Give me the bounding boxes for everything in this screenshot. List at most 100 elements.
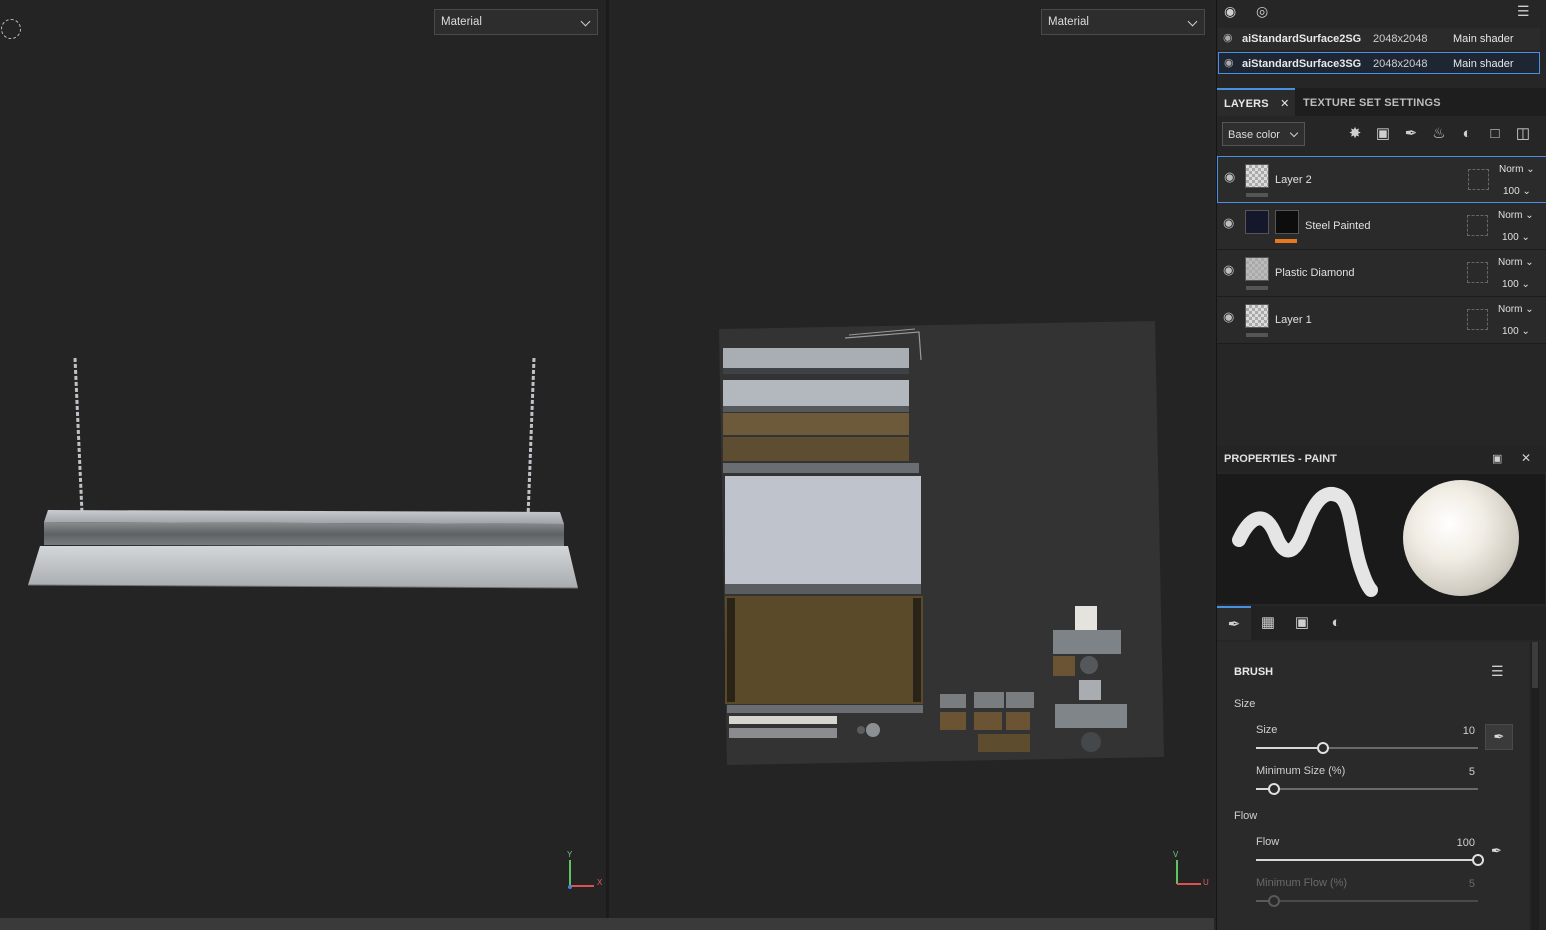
stroke-preview [1232,487,1378,597]
flow-pen-pressure-icon[interactable]: ✒ [1491,843,1502,859]
add-fill-layer-icon[interactable]: ♨ [1429,124,1449,144]
brush-preview [1217,474,1545,604]
material-sphere-preview [1403,480,1519,596]
delete-layer-icon[interactable]: ◫ [1513,124,1533,144]
layer-name[interactable]: Steel Painted [1305,220,1370,232]
opacity-select[interactable]: 100 ⌄ [1503,186,1531,197]
layer-name[interactable]: Layer 2 [1275,174,1312,186]
blend-mode-select[interactable]: Norm ⌄ [1498,257,1534,268]
layer-thumb-bar [1246,193,1268,197]
size-slider-fill [1256,747,1323,749]
tab-brush-icon[interactable]: ✒ [1217,606,1251,640]
min-flow-slider [1256,895,1478,907]
close-icon[interactable]: ✕ [1280,98,1289,110]
opacity-select[interactable]: 100 ⌄ [1502,232,1530,243]
texture-set-resolution: 2048x2048 [1373,58,1428,70]
layer-thumbnail [1245,164,1269,188]
layer-name[interactable]: Layer 1 [1275,314,1312,326]
size-slider-handle[interactable] [1316,742,1329,754]
eye-solo-icon[interactable]: ◎ [1256,3,1268,20]
layer-row[interactable]: ◉ Layer 2 Norm ⌄ 100 ⌄ [1217,156,1546,203]
properties-scrollbar[interactable] [1531,642,1539,930]
eye-icon[interactable]: ◉ [1223,31,1233,44]
tab-alpha-icon[interactable]: ▦ [1251,606,1285,640]
mask-slot[interactable] [1467,262,1488,283]
tab-stencil-icon[interactable]: ▣ [1285,606,1319,640]
flow-label: Flow [1256,836,1280,848]
list-menu-icon[interactable]: ☰ [1517,3,1530,20]
tab-material-icon[interactable]: ◐ [1319,606,1353,640]
eye-icon[interactable]: ◉ [1223,215,1234,231]
app-root: Material Y X Material V U ◉ ◎ ☰ ◉ aiStan… [0,0,1546,930]
add-effect-icon[interactable]: ✸ [1345,124,1365,144]
layer-row[interactable]: ◉ Layer 1 Norm ⌄ 100 ⌄ [1217,297,1546,344]
flow-value[interactable]: 100 [1435,837,1475,849]
eye-icon[interactable]: ◉ [1223,262,1234,278]
blend-mode-select[interactable]: Norm ⌄ [1499,164,1535,175]
mask-slot[interactable] [1467,309,1488,330]
chevron-down-icon [1289,128,1299,138]
size-slider[interactable] [1256,742,1478,754]
scrollbar-thumb[interactable] [1532,642,1538,688]
eye-icon[interactable]: ◉ [1223,309,1234,325]
brush-menu-icon[interactable]: ☰ [1491,663,1504,680]
opacity-value: 100 [1502,326,1519,337]
texture-set-shader: Main shader [1453,58,1514,70]
texture-set-shader: Main shader [1453,33,1514,45]
blend-mode-select[interactable]: Norm ⌄ [1498,304,1534,315]
pen-pressure-button[interactable]: ✒ [1485,724,1513,750]
add-smart-material-icon[interactable]: ◐ [1457,124,1477,144]
min-size-value[interactable]: 5 [1435,766,1475,778]
opacity-value: 100 [1502,232,1519,243]
add-mask-icon[interactable]: ▣ [1373,124,1393,144]
axis-u-label: U [1203,878,1209,887]
properties-title: PROPERTIES - PAINT [1224,453,1337,465]
axis-gizmo-icon [568,860,594,889]
right-panel: ◉ ◎ ☰ ◉ aiStandardSurface2SG 2048x2048 M… [1216,0,1546,930]
flow-slider-fill [1256,859,1478,861]
channel-select[interactable]: Base color [1222,122,1305,146]
size-label: Size [1256,724,1278,736]
mask-thumbnail [1275,210,1299,234]
opacity-select[interactable]: 100 ⌄ [1502,279,1530,290]
mask-slot[interactable] [1467,215,1488,236]
flow-slider-handle[interactable] [1472,854,1484,866]
layer-stack: ◉ Layer 2 Norm ⌄ 100 ⌄ ◉ Steel Painted N… [1217,156,1546,344]
size-group-label: Size [1234,698,1256,710]
eye-toggle-all-icon[interactable]: ◉ [1224,3,1236,20]
layer-thumbnail [1245,257,1269,281]
tab-texture-set-settings[interactable]: TEXTURE SET SETTINGS [1303,88,1441,116]
min-size-label: Minimum Size (%) [1256,765,1346,777]
viewport-3d[interactable]: Material Y X [0,0,607,918]
layer-row[interactable]: ◉ Steel Painted Norm ⌄ 100 ⌄ [1217,203,1546,250]
min-flow-value: 5 [1468,878,1475,890]
close-icon[interactable]: ✕ [1521,451,1531,465]
texture-set-row[interactable]: ◉ aiStandardSurface2SG 2048x2048 Main sh… [1218,28,1540,50]
properties-tabs: ✒ ▦ ▣ ◐ [1217,606,1546,640]
blend-mode-label: Norm [1498,304,1523,315]
panel-tabs: LAYERS ✕ TEXTURE SET SETTINGS [1217,88,1546,116]
texture-set-row-selected[interactable]: ◉ aiStandardSurface3SG 2048x2048 Main sh… [1218,52,1540,74]
tab-layers-label: LAYERS [1224,98,1269,110]
layer-row[interactable]: ◉ Plastic Diamond Norm ⌄ 100 ⌄ [1217,250,1546,297]
min-size-slider[interactable] [1256,783,1478,795]
viewport-2d[interactable]: Material V U [609,0,1214,918]
opacity-value: 100 [1503,186,1520,197]
chain-left [73,357,84,514]
layer-name[interactable]: Plastic Diamond [1275,267,1354,279]
mask-slot[interactable] [1468,169,1489,190]
blend-mode-select[interactable]: Norm ⌄ [1498,210,1534,221]
eye-icon[interactable]: ◉ [1224,169,1235,185]
add-paint-layer-icon[interactable]: ✒ [1401,124,1421,144]
size-value[interactable]: 10 [1435,725,1475,737]
opacity-select[interactable]: 100 ⌄ [1502,326,1530,337]
tab-layers[interactable]: LAYERS ✕ [1217,88,1295,116]
min-size-slider-handle[interactable] [1267,783,1280,795]
chain-right [526,357,536,518]
eye-icon[interactable]: ◉ [1224,56,1234,69]
undock-icon[interactable]: ▣ [1492,452,1502,465]
add-folder-icon[interactable]: □ [1485,124,1505,144]
min-flow-slider-handle [1267,895,1280,907]
layer-thumb-bar [1246,286,1268,290]
flow-slider[interactable] [1256,854,1484,866]
